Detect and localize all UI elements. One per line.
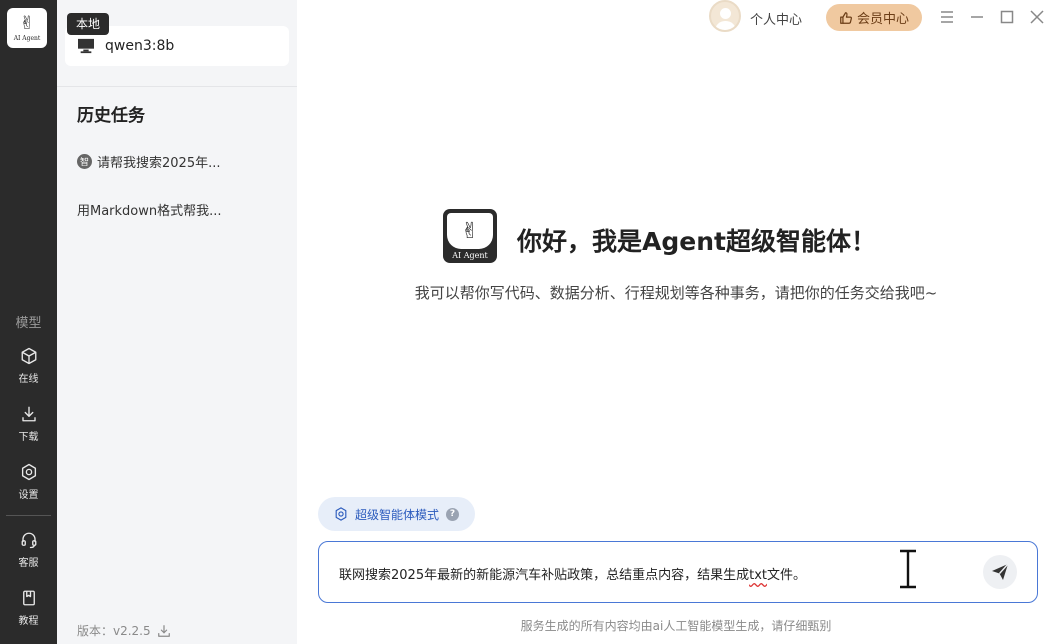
version-text: 版本：v2.2.5	[77, 624, 151, 638]
side-panel: 本地 qwen3:8b 历史任务 智 请帮我搜索2025年... 用Markdo…	[57, 0, 297, 644]
hero-title: 你好，我是Agent超级智能体！	[517, 227, 876, 256]
maximize-icon	[1000, 10, 1014, 24]
settings-icon	[21, 463, 36, 481]
text-cursor-icon	[900, 548, 916, 590]
vip-center-label: 会员中心	[856, 12, 909, 27]
rail-item-label: 在线	[18, 374, 39, 385]
rail-item-label: 设置	[18, 490, 39, 501]
app-logo-text: AI Agent	[13, 34, 41, 42]
rail-item-label: 下载	[18, 432, 39, 443]
model-name: qwen3:8b	[105, 38, 175, 54]
download-icon[interactable]	[157, 624, 171, 638]
rail-item-label: 教程	[18, 616, 39, 627]
hand-logo-icon: ✌	[19, 12, 35, 34]
vip-center-button[interactable]: 会员中心	[826, 4, 922, 31]
history-item[interactable]: 用Markdown格式帮我...	[77, 196, 287, 222]
minimize-button[interactable]	[968, 8, 986, 26]
menu-button[interactable]	[938, 8, 956, 26]
menu-icon	[941, 11, 953, 23]
avatar[interactable]	[709, 0, 741, 32]
rail-item-tutorial[interactable]: 教程	[0, 584, 57, 632]
monitor-icon	[78, 38, 94, 54]
disclaimer: 服务生成的所有内容均由ai人工智能模型生成，请仔细甄别	[520, 619, 832, 633]
close-icon	[1030, 10, 1044, 24]
rail-item-label: 客服	[18, 558, 39, 569]
minimize-icon	[971, 16, 983, 18]
hero-logo: ✌ AI Agent	[443, 209, 497, 263]
help-icon[interactable]: ?	[446, 507, 460, 521]
rail-item-support[interactable]: 客服	[0, 526, 57, 574]
headset-icon	[21, 532, 36, 549]
download-icon	[21, 406, 36, 422]
super-agent-mode-toggle[interactable]: 超级智能体模式 ?	[318, 497, 475, 531]
history-title: 历史任务	[77, 106, 145, 126]
hand-logo-icon: ✌	[447, 213, 493, 249]
close-button[interactable]	[1028, 8, 1046, 26]
send-button[interactable]	[983, 555, 1017, 589]
local-tag: 本地	[67, 13, 110, 35]
spellcheck-underline: txt	[749, 568, 767, 583]
maximize-button[interactable]	[998, 8, 1016, 26]
send-icon	[992, 563, 1009, 580]
agent-badge-icon: 智	[77, 153, 92, 169]
left-rail: ✌ AI Agent 模型 在线 下载 设置 客服 教程	[0, 0, 57, 644]
rail-divider	[6, 515, 51, 516]
model-section-label: 模型	[15, 316, 42, 331]
task-input[interactable]: 联网搜索2025年最新的新能源汽车补贴政策，总结重点内容，结果生成txt文件。	[318, 541, 1038, 603]
version-info: 版本：v2.2.5	[77, 622, 171, 639]
task-input-value[interactable]: 联网搜索2025年最新的新能源汽车补贴政策，总结重点内容，结果生成txt文件。	[339, 564, 806, 583]
history-item-text: 用Markdown格式帮我...	[77, 203, 222, 219]
rail-item-online[interactable]: 在线	[0, 342, 57, 390]
book-icon	[22, 590, 35, 606]
history-item[interactable]: 智 请帮我搜索2025年...	[77, 148, 287, 174]
rail-item-download[interactable]: 下载	[0, 400, 57, 448]
gear-icon	[335, 507, 347, 521]
panel-divider	[57, 86, 297, 87]
rail-item-settings[interactable]: 设置	[0, 458, 57, 506]
cube-icon	[21, 347, 36, 365]
app-logo[interactable]: ✌ AI Agent	[7, 8, 47, 48]
hero-logo-text: AI Agent	[452, 251, 488, 260]
thumbs-up-icon	[840, 11, 852, 24]
hero-subtitle: 我可以帮你写代码、数据分析、行程规划等各种事务，请把你的任务交给我吧~	[414, 284, 938, 302]
personal-center-link[interactable]: 个人中心	[750, 9, 802, 28]
history-item-text: 请帮我搜索2025年...	[97, 155, 221, 171]
mode-label: 超级智能体模式	[355, 507, 440, 522]
